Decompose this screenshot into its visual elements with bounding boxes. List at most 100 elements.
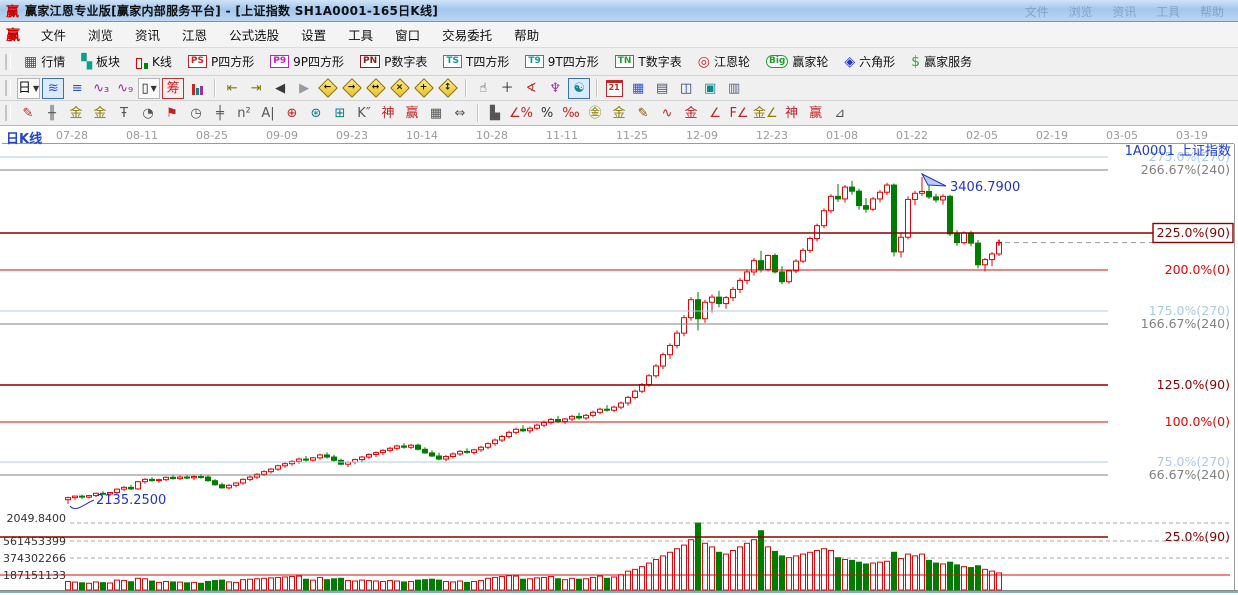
menu-logo-icon[interactable]: 赢 (6, 25, 20, 45)
compass-tool-icon[interactable]: ✎ (17, 103, 39, 124)
gold-square2-icon[interactable]: 金 (89, 103, 111, 124)
price-grid-icon[interactable]: ▦ (425, 103, 447, 124)
toolbar-button-sectors[interactable]: ▚板块 (73, 50, 128, 73)
time-ruler-icon[interactable]: ╫ (41, 103, 63, 124)
ying-line-icon[interactable]: 赢 (805, 103, 827, 124)
next-bar-icon[interactable]: ▶ (293, 78, 315, 99)
toolbar-separator (214, 79, 215, 97)
prev-bar-icon[interactable]: ◀ (269, 78, 291, 99)
last-bar-icon[interactable]: ⇥ (245, 78, 267, 99)
gann-tool-icon[interactable]: ♆ (544, 78, 566, 99)
diamond-left-icon[interactable]: ← (317, 78, 339, 99)
j-angle-icon[interactable]: ∠ (704, 103, 726, 124)
menu-item-资讯[interactable]: 资讯 (124, 22, 171, 47)
gann-clock-icon[interactable]: ◷ (185, 103, 207, 124)
menu-item-窗口[interactable]: 窗口 (384, 22, 431, 47)
mirror-line-icon[interactable]: A| (257, 103, 279, 124)
notepad-icon[interactable]: ▤ (651, 78, 673, 99)
info-panel-icon[interactable]: ≡ (66, 78, 88, 99)
ying-tool-icon[interactable]: 赢 (401, 103, 423, 124)
toolbar-grip[interactable] (5, 105, 11, 121)
slope-percent-icon[interactable]: ∠% (508, 103, 534, 124)
tri-line-icon[interactable]: ⊿ (829, 103, 851, 124)
diamond-right-icon[interactable]: → (341, 78, 363, 99)
toolbar-button-winner-wheel[interactable]: Big赢家轮 (758, 50, 836, 73)
gold-circle-icon[interactable]: ㊎ (584, 103, 606, 124)
grid-ruler-icon[interactable]: ╪ (209, 103, 231, 124)
square-wheel-icon[interactable]: ⊞ (329, 103, 351, 124)
menu-item-设置[interactable]: 设置 (290, 22, 337, 47)
chart-area[interactable]: 07-2808-1108-2509-0909-2310-1410-2811-11… (0, 126, 1238, 593)
k-angle-icon[interactable]: K″ (353, 103, 375, 124)
computer-icon[interactable]: ▥ (723, 78, 745, 99)
toolbar-grip[interactable] (5, 54, 11, 70)
diamond-x-icon[interactable]: × (389, 78, 411, 99)
percent-icon[interactable]: % (536, 103, 558, 124)
toolbar-button-quotes[interactable]: ▦行情 (16, 50, 73, 73)
star-wheel-icon[interactable]: ⊛ (305, 103, 327, 124)
toolbar-button-t-digit-table[interactable]: TNT数字表 (607, 50, 690, 73)
pan-hand-icon[interactable]: ☝ (472, 78, 494, 99)
gold-square-icon[interactable]: 金 (65, 103, 87, 124)
kline-chart[interactable]: 07-2808-1108-2509-0909-2310-1410-2811-11… (0, 126, 1238, 591)
toolbar-grip[interactable] (5, 80, 11, 96)
network-icon[interactable]: ▣ (699, 78, 721, 99)
period-day-button[interactable]: 日▼ (17, 78, 40, 99)
wave-analysis-icon[interactable]: ≋ (42, 78, 64, 99)
toolbar-button-p-digit-table[interactable]: PNP数字表 (352, 50, 435, 73)
menu-item-浏览[interactable]: 浏览 (77, 22, 124, 47)
svg-text:2049.8400: 2049.8400 (7, 512, 67, 525)
toolbar-button-winner-service[interactable]: $赢家服务 (903, 50, 980, 73)
diamond-ud-icon[interactable]: ↕ (437, 78, 459, 99)
toolbar-button-t-square[interactable]: TST四方形 (435, 50, 517, 73)
f-ruler-icon[interactable]: Ŧ (113, 103, 135, 124)
circle-cross-icon[interactable]: ⊕ (281, 103, 303, 124)
calculator-icon[interactable]: ▦ (627, 78, 649, 99)
ink-pen-icon[interactable]: ✎ (632, 103, 654, 124)
shen-tool-icon[interactable]: 神 (377, 103, 399, 124)
gann-wheel-label: 江恩轮 (714, 53, 750, 70)
svg-text:66.67%(240): 66.67%(240) (1149, 467, 1230, 482)
wave9-icon[interactable]: ∿₉ (114, 78, 136, 99)
toolbar-button-p-square[interactable]: PSP四方形 (180, 50, 262, 73)
panel-layout-icon[interactable]: ▙ (484, 103, 506, 124)
marker-brush-icon[interactable]: ⚑ (161, 103, 183, 124)
winner-service-label: 赢家服务 (924, 53, 972, 70)
toolbar-button-9p-square[interactable]: P99P四方形 (262, 50, 352, 73)
cycle-tool-icon[interactable]: ☯ (568, 78, 590, 99)
menu-item-帮助[interactable]: 帮助 (503, 22, 550, 47)
t-digit-table-label: T数字表 (638, 53, 681, 70)
histogram-icon[interactable] (186, 78, 208, 99)
crosshair-icon[interactable]: ＋ (496, 78, 518, 99)
span-measure-icon[interactable]: ⇔ (449, 103, 471, 124)
diamond-plus-icon[interactable]: + (413, 78, 435, 99)
toolbar-button-9t-square[interactable]: T99T四方形 (517, 50, 606, 73)
diamond-lr-icon[interactable]: ↔ (365, 78, 387, 99)
toolbar-button-kline[interactable]: K线 (128, 50, 180, 73)
9p-square-label: 9P四方形 (293, 53, 344, 70)
wave-angle-icon[interactable]: ∿ (656, 103, 678, 124)
toolbar-button-hexagon[interactable]: ◈六角形 (836, 50, 903, 73)
angle-measure-icon[interactable]: ∢ (520, 78, 542, 99)
first-bar-icon[interactable]: ⇤ (221, 78, 243, 99)
candle-style-button[interactable]: ▯▼ (138, 78, 160, 99)
menu-item-文件[interactable]: 文件 (30, 22, 77, 47)
spiral-tool-icon[interactable]: ◔ (137, 103, 159, 124)
chips-icon[interactable]: 筹 (162, 78, 184, 99)
save-icon[interactable]: ◫ (675, 78, 697, 99)
calendar-icon[interactable]: 21 (603, 78, 625, 99)
permille-icon[interactable]: ‰ (560, 103, 582, 124)
shen-line-icon[interactable]: 神 (781, 103, 803, 124)
menu-item-江恩[interactable]: 江恩 (171, 22, 218, 47)
menu-item-公式选股[interactable]: 公式选股 (218, 22, 290, 47)
menu-item-交易委托[interactable]: 交易委托 (431, 22, 503, 47)
wave3-icon[interactable]: ∿₃ (90, 78, 112, 99)
menu-item-工具[interactable]: 工具 (337, 22, 384, 47)
gold-red-icon[interactable]: 金 (680, 103, 702, 124)
gold-level-icon[interactable]: 金 (608, 103, 630, 124)
toolbar-button-gann-wheel[interactable]: ◎江恩轮 (690, 50, 758, 73)
n-square-icon[interactable]: n² (233, 103, 255, 124)
gold-angle-icon[interactable]: 金∠ (752, 103, 779, 124)
f-angle-icon[interactable]: F∠ (728, 103, 750, 124)
winner-wheel-icon: Big (766, 55, 788, 68)
